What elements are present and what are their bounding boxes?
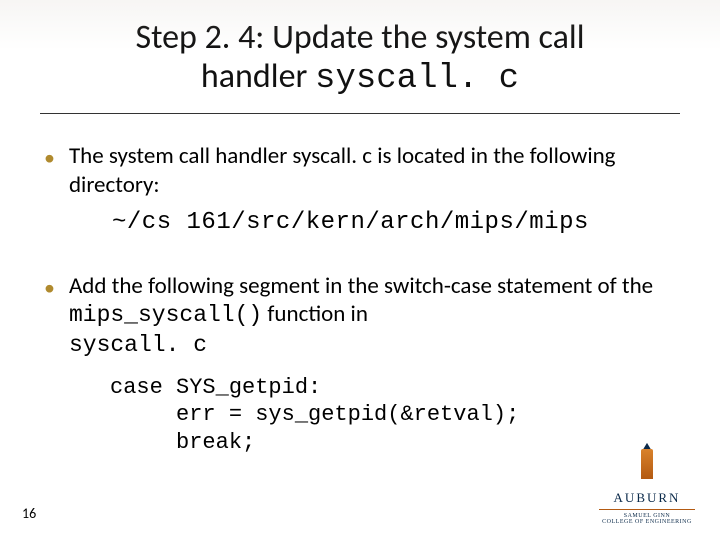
code-line-3: break;	[110, 430, 255, 455]
bullet-1-path: ~/cs 161/src/kern/arch/mips/mips	[44, 208, 676, 238]
bullet-1-text: The system call handler syscall. c is lo…	[69, 142, 676, 200]
logo-tower-icon	[635, 443, 659, 483]
bullet-2-text: Add the following segment in the switch-…	[69, 272, 676, 360]
code-line-1: case SYS_getpid:	[110, 375, 321, 400]
bullet-2-code2: syscall. c	[69, 332, 207, 358]
code-line-2: err = sys_getpid(&retval);	[110, 402, 519, 427]
title-line-2-code: syscall. c	[315, 60, 519, 98]
auburn-logo: AUBURN Samuel Ginn College of Engineerin…	[592, 443, 702, 526]
bullet-2: • Add the following segment in the switc…	[44, 272, 676, 360]
title-line-2-prefix: handler	[201, 56, 315, 97]
logo-university-name: AUBURN	[592, 490, 702, 506]
logo-divider	[599, 509, 695, 510]
code-snippet: case SYS_getpid: err = sys_getpid(&retva…	[44, 374, 676, 457]
bullet-2-code1: mips_syscall()	[69, 302, 262, 328]
bullet-2-seg1: Add the following segment in the switch-…	[69, 272, 653, 300]
slide-body: • The system call handler syscall. c is …	[0, 114, 720, 456]
slide-title: Step 2. 4: Update the system call handle…	[0, 0, 720, 109]
bullet-marker-icon: •	[44, 142, 55, 200]
logo-subtitle-2: College of Engineering	[592, 519, 702, 526]
logo-subtitle-1: Samuel Ginn	[592, 513, 702, 520]
slide: Step 2. 4: Update the system call handle…	[0, 0, 720, 540]
bullet-marker-icon: •	[44, 272, 55, 360]
page-number: 16	[22, 505, 36, 522]
title-line-1: Step 2. 4: Update the system call	[135, 17, 584, 58]
bullet-1: • The system call handler syscall. c is …	[44, 142, 676, 200]
bullet-2-seg2: function in	[262, 300, 368, 328]
